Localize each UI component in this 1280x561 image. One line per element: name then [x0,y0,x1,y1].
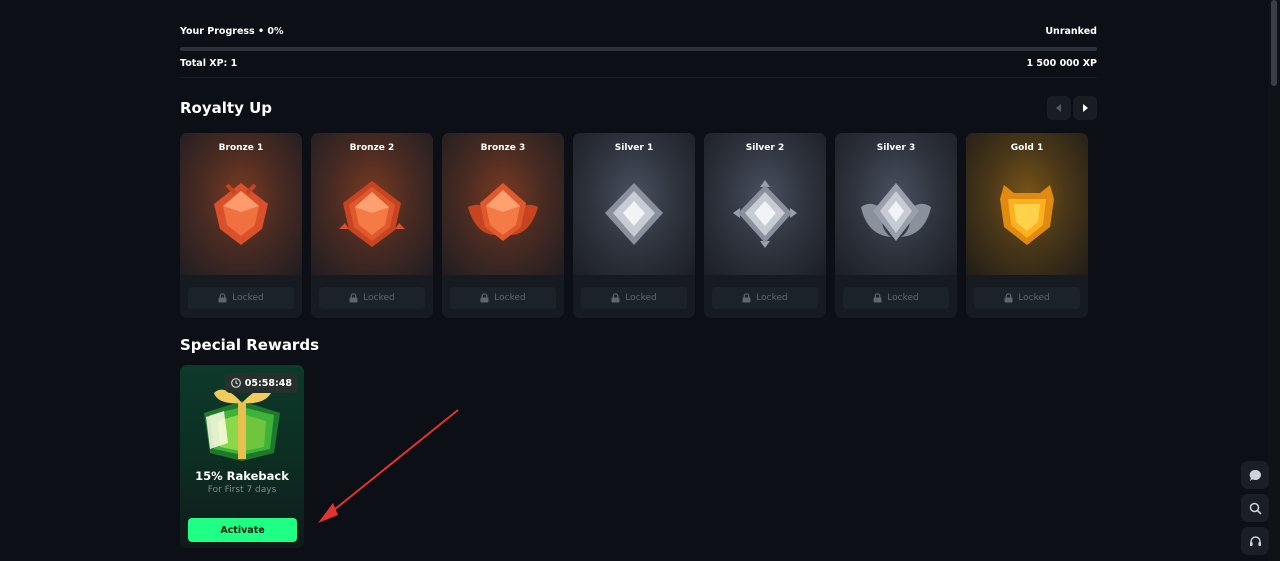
tier-card-bronze-1[interactable]: Bronze 1 Locked [180,133,302,318]
clock-icon [230,378,241,388]
locked-button: Locked [450,287,556,309]
special-rewards-title: Special Rewards [180,336,319,354]
carousel-nav [1047,96,1099,120]
tier-name: Bronze 1 [218,143,264,153]
max-xp-label: 1 500 000 XP [1026,58,1097,69]
lock-label: Locked [1018,293,1050,303]
tier-name: Silver 3 [876,143,916,153]
lock-icon [1004,293,1013,303]
bronze-2-badge-icon [339,181,405,247]
royalty-cards: Bronze 1 Locked Bronze 2 Locked Bronze 3… [180,133,1092,318]
progress-panel: Your Progress • 0% Unranked Total XP: 1 … [180,26,1097,69]
next-arrow-icon [1083,104,1088,112]
reward-subtitle: For First 7 days [207,485,277,495]
timer-value: 05:58:48 [244,377,292,389]
section-divider [180,77,1097,78]
locked-button: Locked [581,287,687,309]
lock-icon [742,293,751,303]
page-scrollbar[interactable] [1268,0,1280,561]
scrollbar-thumb[interactable] [1271,0,1277,86]
lock-label: Locked [363,293,395,303]
gift-icon [204,388,280,461]
tier-name: Gold 1 [1010,143,1044,153]
lock-icon [611,293,620,303]
activate-button[interactable]: Activate [188,518,297,542]
tier-card-gold-1[interactable]: Gold 1 Locked [966,133,1088,318]
bronze-3-badge-icon [468,183,538,241]
lock-label: Locked [232,293,264,303]
locked-button: Locked [843,287,949,309]
lock-icon [873,293,882,303]
reward-card-rakeback[interactable]: 05:58:48 15% Rakeback For First 7 days A… [180,365,304,548]
reward-title: 15% Rakeback [195,469,289,483]
tier-card-silver-1[interactable]: Silver 1 Locked [573,133,695,318]
tier-card-silver-3[interactable]: Silver 3 Locked [835,133,957,318]
lock-icon [349,293,358,303]
bronze-1-badge-icon [214,183,268,245]
rank-label: Unranked [1045,26,1097,37]
chat-button[interactable] [1241,461,1269,489]
tier-name: Silver 2 [745,143,785,153]
tier-name: Silver 1 [614,143,654,153]
headset-icon [1249,535,1261,546]
support-button[interactable] [1241,527,1269,555]
tier-card-silver-2[interactable]: Silver 2 Locked [704,133,826,318]
lock-label: Locked [756,293,788,303]
locked-button: Locked [188,287,294,309]
chat-icon [1249,469,1261,481]
tier-card-bronze-3[interactable]: Bronze 3 Locked [442,133,564,318]
lock-label: Locked [887,293,919,303]
carousel-prev-button[interactable] [1047,96,1071,120]
search-button[interactable] [1241,494,1269,522]
silver-2-badge-icon [733,180,797,248]
locked-button: Locked [974,287,1080,309]
carousel-next-button[interactable] [1073,96,1097,120]
silver-3-badge-icon [861,183,931,241]
prev-arrow-icon [1056,104,1061,112]
locked-button: Locked [319,287,425,309]
gold-1-badge-icon [1000,185,1054,245]
locked-button: Locked [712,287,818,309]
lock-icon [480,293,489,303]
progress-label: Your Progress • 0% [180,26,284,37]
progress-bar [180,47,1097,51]
tier-name: Bronze 3 [480,143,526,153]
tier-card-bronze-2[interactable]: Bronze 2 Locked [311,133,433,318]
reward-timer: 05:58:48 [224,373,298,393]
tier-name: Bronze 2 [349,143,395,153]
lock-icon [218,293,227,303]
silver-1-badge-icon [605,183,663,245]
lock-label: Locked [494,293,526,303]
lock-label: Locked [625,293,657,303]
royalty-title: Royalty Up [180,99,272,117]
search-icon [1249,502,1262,515]
total-xp-label: Total XP: 1 [180,58,238,69]
